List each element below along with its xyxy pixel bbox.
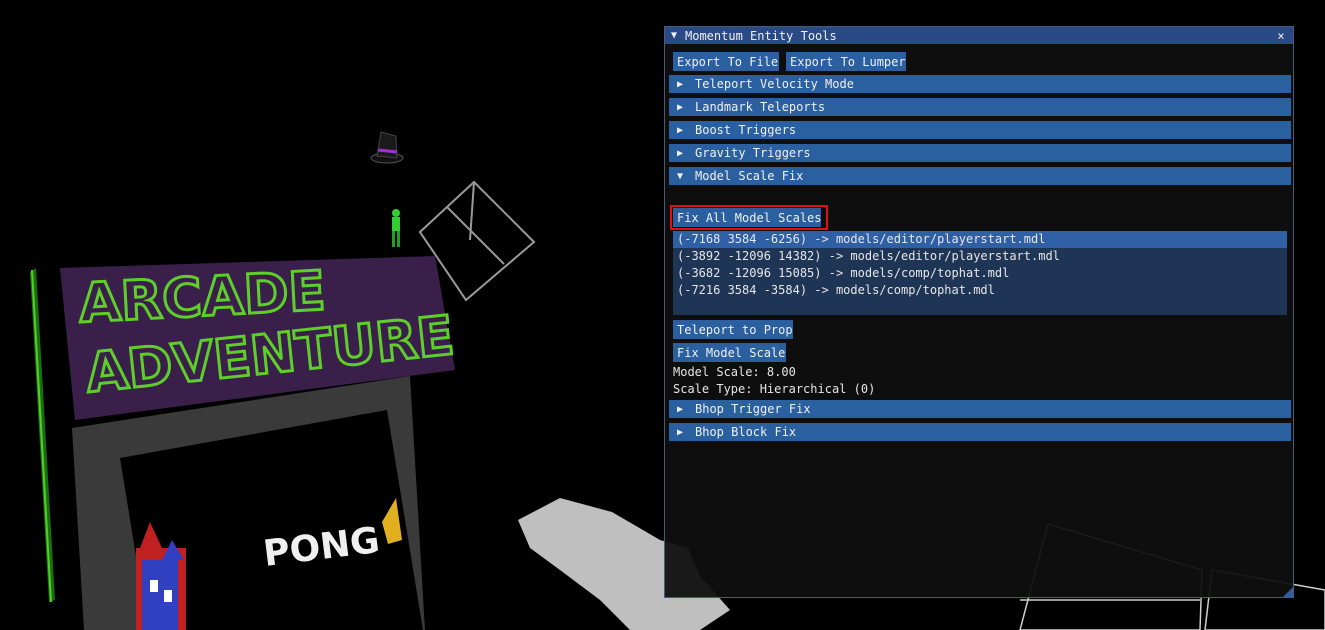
collapsed-arrow-icon: ▶	[677, 101, 684, 113]
tophat-model	[370, 131, 404, 164]
section-label: Model Scale Fix	[695, 169, 804, 183]
collapsed-arrow-icon: ▶	[677, 147, 684, 159]
section-gravity-triggers[interactable]: ▶ Gravity Triggers	[669, 144, 1291, 162]
resize-grip[interactable]	[1283, 587, 1293, 597]
section-bhop-block-fix[interactable]: ▶ Bhop Block Fix	[669, 423, 1291, 441]
expanded-arrow-icon: ▼	[677, 170, 684, 182]
window-title: Momentum Entity Tools	[685, 28, 837, 43]
collapsed-arrow-icon: ▶	[677, 403, 684, 415]
close-icon[interactable]: ×	[1275, 29, 1287, 43]
section-landmark-teleports[interactable]: ▶ Landmark Teleports	[669, 98, 1291, 116]
green-pole-edge	[31, 269, 52, 603]
export-to-lumper-button[interactable]: Export To Lumper	[786, 52, 906, 71]
list-item[interactable]: (-7168 3584 -6256) -> models/editor/play…	[673, 231, 1287, 248]
section-label: Bhop Trigger Fix	[695, 402, 811, 416]
green-pole	[30, 268, 55, 602]
section-label: Gravity Triggers	[695, 146, 811, 160]
list-item[interactable]: (-7216 3584 -3584) -> models/comp/tophat…	[673, 282, 1287, 299]
section-bhop-trigger-fix[interactable]: ▶ Bhop Trigger Fix	[669, 400, 1291, 418]
list-item[interactable]: (-3682 -12096 15085) -> models/comp/toph…	[673, 265, 1287, 282]
fix-model-scale-button[interactable]: Fix Model Scale	[673, 343, 786, 362]
collapsed-arrow-icon: ▶	[677, 426, 684, 438]
section-boost-triggers[interactable]: ▶ Boost Triggers	[669, 121, 1291, 139]
section-label: Bhop Block Fix	[695, 425, 797, 439]
model-scale-value: Model Scale: 8.00	[673, 365, 796, 379]
window-title-bar[interactable]: ▼ Momentum Entity Tools ×	[665, 27, 1293, 44]
prop-listbox[interactable]: (-7168 3584 -6256) -> models/editor/play…	[673, 231, 1287, 315]
section-label: Landmark Teleports	[695, 100, 826, 114]
collapsed-arrow-icon: ▶	[677, 78, 684, 90]
export-to-file-button[interactable]: Export To File	[673, 52, 779, 71]
teleport-to-prop-button[interactable]: Teleport to Prop	[673, 320, 793, 339]
section-model-scale-fix[interactable]: ▼ Model Scale Fix	[669, 167, 1291, 185]
player-model	[392, 209, 400, 247]
list-item[interactable]: (-3892 -12096 14382) -> models/editor/pl…	[673, 248, 1287, 265]
collapsed-arrow-icon: ▶	[677, 124, 684, 136]
section-teleport-velocity-mode[interactable]: ▶ Teleport Velocity Mode	[669, 75, 1291, 93]
momentum-entity-tools-window[interactable]: ▼ Momentum Entity Tools × Export To File…	[664, 26, 1294, 598]
section-label: Boost Triggers	[695, 123, 797, 137]
section-label: Teleport Velocity Mode	[695, 77, 854, 91]
fix-all-model-scales-button[interactable]: Fix All Model Scales	[673, 208, 822, 227]
scale-type-value: Scale Type: Hierarchical (0)	[673, 382, 876, 396]
collapse-icon[interactable]: ▼	[671, 30, 685, 41]
